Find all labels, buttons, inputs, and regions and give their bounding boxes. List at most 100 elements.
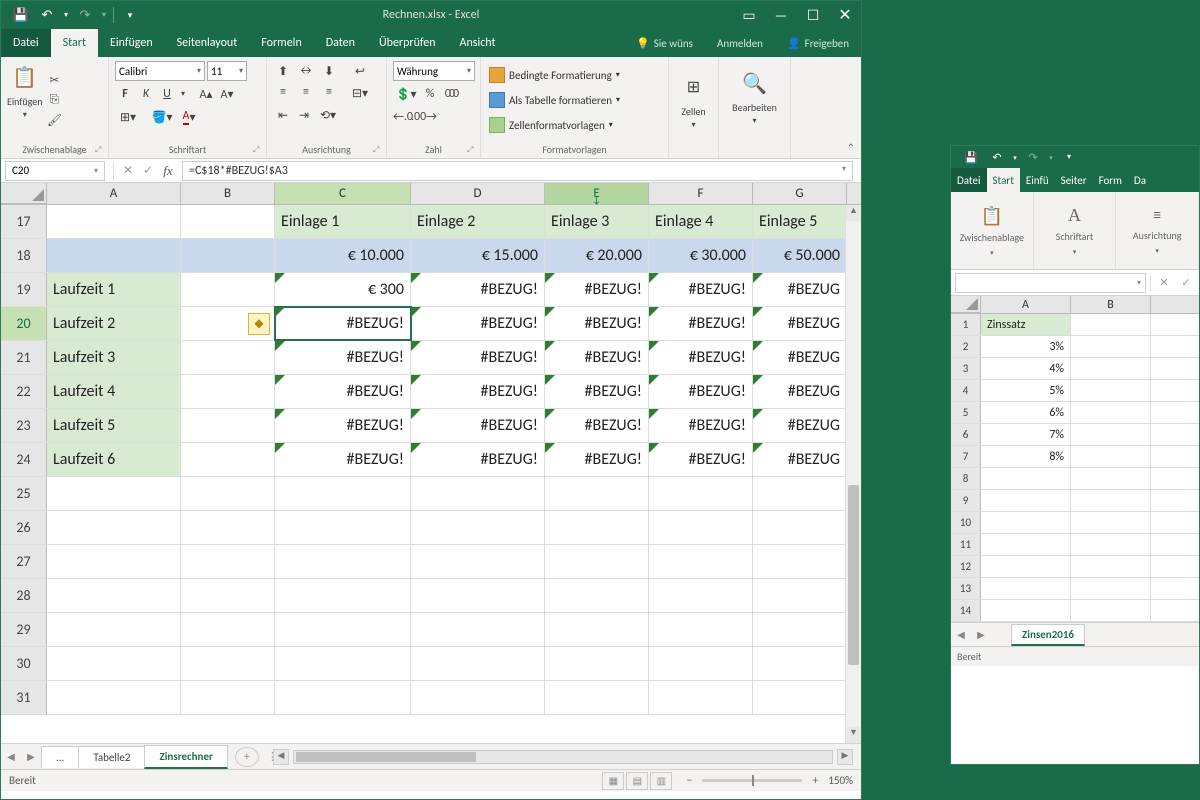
sign-in[interactable]: Anmelden <box>705 29 775 57</box>
clipboard-launcher-icon[interactable]: ⤢ <box>95 145 105 155</box>
cell[interactable] <box>181 239 275 272</box>
add-sheet-icon[interactable]: + <box>235 747 259 767</box>
clipboard-icon[interactable]: 📋 <box>981 205 1003 227</box>
row-header[interactable]: 14 <box>951 600 981 621</box>
cell[interactable]: Einlage 1 <box>275 205 411 238</box>
undo-dropdown-icon[interactable]: ▾ <box>61 4 71 26</box>
font-size-combo[interactable]: 11▾ <box>207 61 247 81</box>
redo-icon[interactable]: ↷ <box>73 4 97 26</box>
cell[interactable]: #BEZUG! <box>545 307 649 340</box>
cell[interactable]: #BEZUG <box>753 443 847 476</box>
enter-formula-icon-2[interactable]: ✓ <box>1177 274 1195 292</box>
cell[interactable]: Laufzeit 4 <box>47 375 181 408</box>
spreadsheet-grid-2[interactable]: A B 1Zinssatz 23% 34% 45% 56% 67% 78% 8 … <box>951 296 1199 622</box>
cancel-formula-icon-2[interactable]: ✕ <box>1155 274 1173 292</box>
tab-start-2[interactable]: Start <box>987 168 1020 192</box>
formula-input[interactable]: =C$18*#BEZUG!$A3▾ <box>182 161 853 181</box>
row-header[interactable]: 24 <box>1 443 47 476</box>
fill-color-button[interactable]: 🪣▾ <box>149 107 175 127</box>
tab-review[interactable]: Überprüfen <box>367 29 448 57</box>
tab-pagelayout[interactable]: Seitenlayout <box>165 29 250 57</box>
maximize-icon[interactable]: ☐ <box>797 1 829 29</box>
cell[interactable]: € 20.000 <box>545 239 649 272</box>
cell[interactable] <box>181 273 275 306</box>
tell-me[interactable]: 💡Sie wüns <box>624 29 705 57</box>
zoom-level[interactable]: 150% <box>828 774 853 787</box>
align-launcher-icon[interactable]: ⤢ <box>373 145 383 155</box>
font-icon[interactable]: A <box>1068 205 1081 226</box>
sheet-tab-zinsen2016[interactable]: Zinsen2016 <box>1011 624 1085 646</box>
tab-file-2[interactable]: Datei <box>951 168 987 192</box>
ribbon-display-icon[interactable]: ▭ <box>733 1 765 29</box>
row-header[interactable]: 8 <box>951 468 981 489</box>
font-launcher-icon[interactable]: ⤢ <box>253 145 263 155</box>
cell[interactable]: #BEZUG! <box>649 443 753 476</box>
cell[interactable]: Laufzeit 1 <box>47 273 181 306</box>
conditional-formatting-button[interactable]: Bedingte Formatierung▾ <box>487 63 662 87</box>
error-indicator-icon[interactable]: ◆ <box>248 313 270 335</box>
row-header[interactable]: 1 <box>951 314 981 335</box>
cancel-formula-icon[interactable]: ✕ <box>118 161 138 181</box>
zoom-in-icon[interactable]: + <box>808 774 822 788</box>
orientation-icon[interactable]: ⟲▾ <box>315 105 341 125</box>
row-header[interactable]: 6 <box>951 424 981 445</box>
row-header[interactable]: 26 <box>1 511 47 544</box>
row-header[interactable]: 5 <box>951 402 981 423</box>
sheet-nav-prev-icon[interactable]: ◀ <box>1 750 21 763</box>
sheet-tab-zinsrechner[interactable]: Zinsrechner <box>144 745 227 769</box>
align-right-icon[interactable]: ≡ <box>319 82 339 102</box>
cell[interactable]: 5% <box>981 380 1071 401</box>
sheet-nav-next-icon[interactable]: ▶ <box>21 750 41 763</box>
row-header[interactable]: 23 <box>1 409 47 442</box>
tab-view[interactable]: Ansicht <box>448 29 508 57</box>
row-header[interactable]: 18 <box>1 239 47 272</box>
cell[interactable]: #BEZUG <box>753 375 847 408</box>
align-middle-icon[interactable]: ↔ <box>296 61 316 81</box>
row-header[interactable]: 22 <box>1 375 47 408</box>
cell[interactable]: #BEZUG <box>753 341 847 374</box>
row-header[interactable]: 19 <box>1 273 47 306</box>
align-left-icon[interactable]: ≡ <box>273 82 293 102</box>
undo-dropdown-icon[interactable]: ▾ <box>1011 146 1019 168</box>
cell[interactable]: #BEZUG! <box>275 443 411 476</box>
cell[interactable]: #BEZUG! <box>275 409 411 442</box>
insert-function-icon[interactable]: fx <box>158 161 178 181</box>
cell[interactable] <box>181 205 275 238</box>
redo-icon[interactable]: ↷ <box>1021 146 1045 168</box>
col-header-A-2[interactable]: A <box>981 296 1071 313</box>
font-color-button[interactable]: A▾ <box>176 107 202 127</box>
cell[interactable]: #BEZUG! <box>545 273 649 306</box>
row-header[interactable]: 3 <box>951 358 981 379</box>
tab-formulas[interactable]: Formeln <box>249 29 313 57</box>
cell[interactable]: Laufzeit 3 <box>47 341 181 374</box>
cell[interactable]: #BEZUG! <box>411 307 545 340</box>
row-header[interactable]: 25 <box>1 477 47 510</box>
vertical-scrollbar[interactable]: ▲ ▼ <box>845 205 861 743</box>
accounting-format-icon[interactable]: 💲▾ <box>393 84 419 104</box>
cell[interactable]: #BEZUG! <box>649 273 753 306</box>
align-center-icon[interactable]: ≡ <box>296 82 316 102</box>
cell[interactable]: € 50.000 <box>753 239 847 272</box>
tab-page-2[interactable]: Seiter <box>1055 168 1093 192</box>
format-painter-icon[interactable]: 🖌 <box>45 111 65 129</box>
col-header-B-2[interactable]: B <box>1071 296 1151 313</box>
col-header-F[interactable]: F <box>649 183 753 204</box>
cell[interactable]: #BEZUG <box>753 273 847 306</box>
number-format-combo[interactable]: Währung▾ <box>393 61 475 81</box>
save-icon[interactable]: 💾 <box>959 146 983 168</box>
row-header[interactable]: 27 <box>1 545 47 578</box>
paste-button[interactable]: 📋 Einfügen ▾ <box>7 61 43 139</box>
scroll-up-icon[interactable]: ▲ <box>846 205 861 221</box>
row-header[interactable]: 29 <box>1 613 47 646</box>
cell[interactable]: #BEZUG! <box>649 375 753 408</box>
cell[interactable]: #BEZUG! <box>545 375 649 408</box>
italic-button[interactable]: K <box>136 84 156 104</box>
col-header-E[interactable]: E↓ <box>545 183 649 204</box>
sheet-nav-prev-icon-2[interactable]: ◀ <box>951 628 971 641</box>
cell[interactable]: #BEZUG! <box>411 341 545 374</box>
row-header[interactable]: 2 <box>951 336 981 357</box>
row-header[interactable]: 31 <box>1 681 47 714</box>
cell[interactable]: #BEZUG <box>753 409 847 442</box>
align-bottom-icon[interactable]: ⬇ <box>319 61 339 81</box>
cell-styles-button[interactable]: Zellenformatvorlagen▾ <box>487 113 662 137</box>
